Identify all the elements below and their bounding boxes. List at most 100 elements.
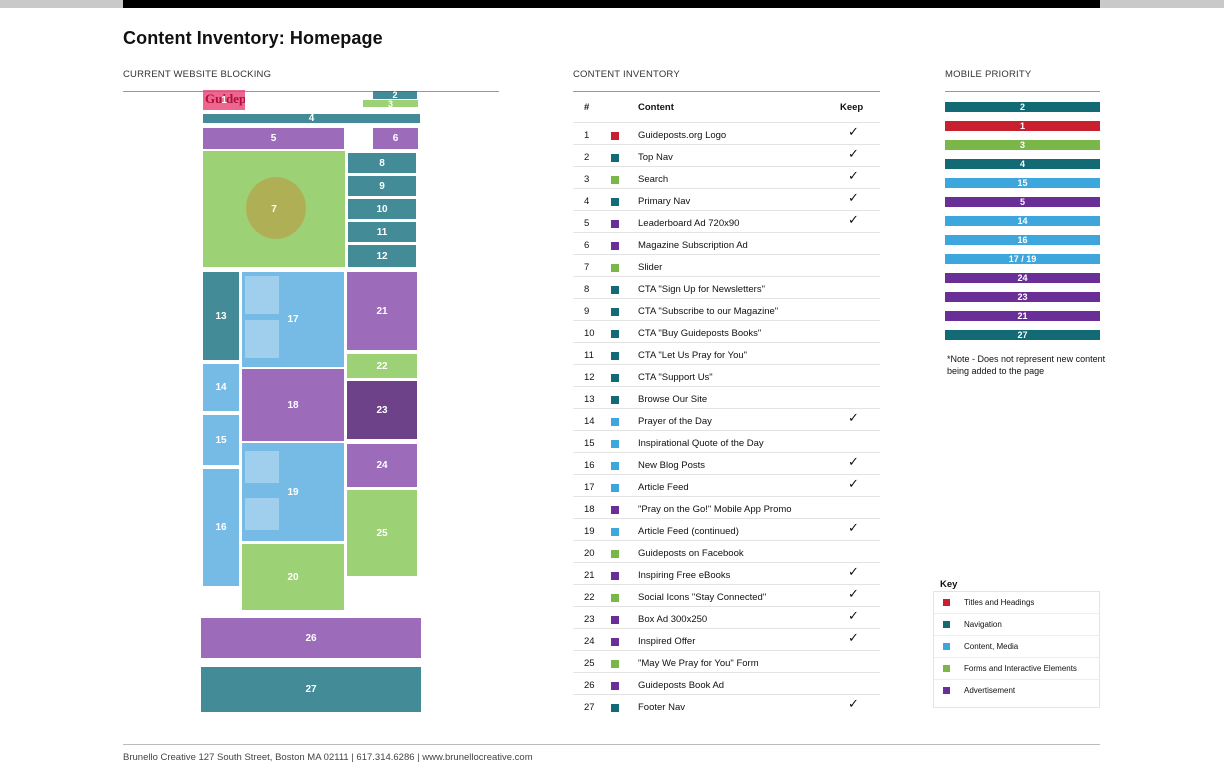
row-number: 1 [584, 130, 590, 141]
divider-inventory [573, 91, 880, 92]
row-type-swatch [611, 484, 619, 492]
content-inventory-table: # Content Keep 1 Guideposts.org Logo ✓ 2 Top… [573, 96, 880, 716]
key-item: Content, Media [934, 636, 1099, 658]
table-row: 27 Footer Nav ✓ [573, 694, 880, 716]
row-type-swatch [611, 286, 619, 294]
row-number: 25 [584, 658, 595, 669]
table-row: 16 New Blog Posts ✓ [573, 452, 880, 474]
block-24-inspired-offer: 24 [347, 444, 417, 487]
key-swatch [943, 643, 950, 650]
row-number: 22 [584, 592, 595, 603]
mobile-priority-list: 2 1 3 4 15 5 14 16 17 / 19 24 23 21 27 [945, 102, 1100, 349]
keep-check-icon: ✓ [848, 696, 859, 711]
article-thumb-3 [245, 451, 279, 483]
row-content-label: Browse Our Site [638, 394, 708, 405]
table-row: 20 Guideposts on Facebook [573, 540, 880, 562]
priority-bar: 2 [945, 102, 1100, 112]
key-item: Navigation [934, 614, 1099, 636]
row-type-swatch [611, 572, 619, 580]
block-6-magazine-ad: 6 [373, 128, 418, 149]
block-7-slider: 7 [203, 151, 345, 267]
table-row: 9 CTA "Subscribe to our Magazine" [573, 298, 880, 320]
block-20-facebook: 20 [242, 544, 344, 610]
block-1-logo: Guideposts 1 [203, 90, 245, 110]
table-row: 1 Guideposts.org Logo ✓ [573, 122, 880, 144]
row-type-swatch [611, 594, 619, 602]
row-content-label: CTA "Support Us" [638, 372, 713, 383]
table-row: 8 CTA "Sign Up for Newsletters" [573, 276, 880, 298]
keep-check-icon: ✓ [848, 410, 859, 425]
keep-check-icon: ✓ [848, 212, 859, 227]
key-label: Navigation [964, 620, 1002, 629]
row-content-label: Article Feed (continued) [638, 526, 739, 537]
header-keep: Keep [840, 102, 864, 113]
block-9-cta-subscribe[interactable]: 9 [348, 176, 416, 196]
row-type-swatch [611, 220, 619, 228]
block-23-box-ad: 23 [347, 381, 417, 439]
key-swatch [943, 621, 950, 628]
block-18-number: 18 [287, 399, 299, 411]
row-number: 4 [584, 196, 590, 207]
row-type-swatch [611, 154, 619, 162]
block-4-primary-nav: 4 [203, 114, 420, 123]
block-21-free-ebooks: 21 [347, 272, 417, 350]
row-number: 18 [584, 504, 595, 515]
table-row: 4 Primary Nav ✓ [573, 188, 880, 210]
block-2-top-nav: 2 [373, 91, 417, 99]
keep-check-icon: ✓ [848, 520, 859, 535]
block-23-number: 23 [376, 404, 388, 416]
top-bar [0, 0, 1224, 8]
row-content-label: "May We Pray for You" Form [638, 658, 759, 669]
row-type-swatch [611, 242, 619, 250]
block-25-prayer-form[interactable]: 25 [347, 490, 417, 576]
block-14-prayer-of-day: 14 [203, 364, 239, 411]
row-number: 11 [584, 350, 594, 361]
priority-bar: 15 [945, 178, 1100, 188]
block-10-cta-books[interactable]: 10 [348, 199, 416, 219]
row-type-swatch [611, 660, 619, 668]
row-type-swatch [611, 352, 619, 360]
row-number: 23 [584, 614, 595, 625]
row-number: 9 [584, 306, 590, 317]
priority-bar: 27 [945, 330, 1100, 340]
priority-bar: 21 [945, 311, 1100, 321]
row-content-label: Leaderboard Ad 720x90 [638, 218, 740, 229]
keep-check-icon: ✓ [848, 146, 859, 161]
table-row: 6 Magazine Subscription Ad [573, 232, 880, 254]
key-label: Titles and Headings [964, 598, 1035, 607]
row-type-swatch [611, 330, 619, 338]
keep-check-icon: ✓ [848, 168, 859, 183]
website-blocking-wireframe: Guideposts 1 2 3 4 5 6 7 8 9 10 11 12 13… [200, 88, 422, 714]
row-type-swatch [611, 132, 619, 140]
table-body: 1 Guideposts.org Logo ✓ 2 Top Nav ✓ 3 Search ✓ 4 P… [573, 122, 880, 716]
row-number: 14 [584, 416, 595, 427]
priority-bar: 4 [945, 159, 1100, 169]
table-row: 22 Social Icons "Stay Connected" ✓ [573, 584, 880, 606]
table-row: 3 Search ✓ [573, 166, 880, 188]
block-2-number: 2 [392, 91, 398, 99]
priority-bar: 17 / 19 [945, 254, 1100, 264]
block-12-cta-support[interactable]: 12 [348, 245, 416, 267]
row-number: 19 [584, 526, 595, 537]
header-num: # [584, 102, 590, 113]
row-number: 12 [584, 372, 595, 383]
key-item: Titles and Headings [934, 592, 1099, 614]
row-type-swatch [611, 462, 619, 470]
top-bar-accent [123, 0, 1100, 8]
block-6-number: 6 [392, 133, 399, 144]
keep-check-icon: ✓ [848, 190, 859, 205]
section-heading-mobile: MOBILE PRIORITY [945, 69, 1032, 80]
block-16-new-blog-posts: 16 [203, 469, 239, 586]
row-content-label: New Blog Posts [638, 460, 706, 471]
article-thumb-1 [245, 276, 279, 314]
block-11-cta-pray[interactable]: 11 [348, 222, 416, 242]
key-label: Forms and Interactive Elements [964, 664, 1077, 673]
block-17-number: 17 [287, 314, 299, 325]
row-type-swatch [611, 550, 619, 558]
block-8-cta-newsletters[interactable]: 8 [348, 153, 416, 173]
block-16-number: 16 [215, 522, 227, 533]
key-swatch [943, 599, 950, 606]
keep-check-icon: ✓ [848, 608, 859, 623]
block-7-number: 7 [271, 203, 277, 215]
block-20-number: 20 [287, 571, 299, 583]
